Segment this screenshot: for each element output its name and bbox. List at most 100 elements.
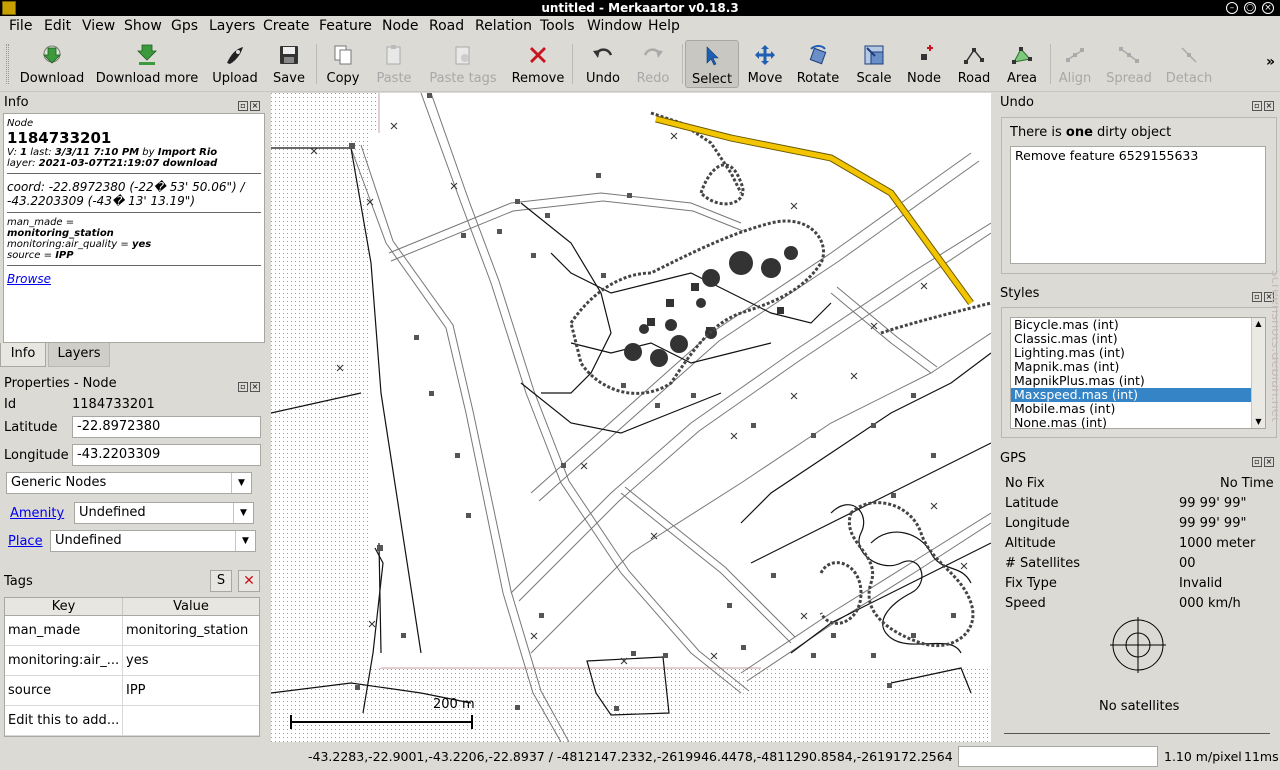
detach-icon: [1181, 47, 1197, 63]
menu-layers[interactable]: Layers: [209, 17, 255, 35]
download-button[interactable]: Download: [14, 40, 90, 88]
align-button[interactable]: Align: [1054, 40, 1096, 88]
menu-view[interactable]: View: [82, 17, 115, 35]
menu-node[interactable]: Node: [382, 17, 419, 35]
style-item[interactable]: Classic.mas (int): [1011, 332, 1265, 346]
save-button[interactable]: Save: [268, 40, 310, 88]
style-item[interactable]: Mobile.mas (int): [1011, 402, 1265, 416]
style-item[interactable]: Bicycle.mas (int): [1011, 318, 1265, 332]
node-button[interactable]: Node: [902, 40, 946, 88]
style-item[interactable]: MapnikPlus.mas (int): [1011, 374, 1265, 388]
menu-create[interactable]: Create: [263, 17, 310, 35]
rotate-button[interactable]: Rotate: [792, 40, 844, 88]
tab-layers[interactable]: Layers: [48, 343, 110, 367]
tag-value-cell[interactable]: [123, 706, 259, 736]
column-key[interactable]: Key: [5, 598, 123, 616]
style-item[interactable]: None.mas (int): [1011, 416, 1265, 430]
tab-info[interactable]: Info: [0, 343, 46, 367]
menu-road[interactable]: Road: [429, 17, 464, 35]
scale-bar-label: 200 m: [433, 697, 475, 712]
select-button[interactable]: Select: [685, 40, 739, 88]
area-button[interactable]: Area: [1000, 40, 1044, 88]
amenity-select[interactable]: Undefined ▼: [74, 502, 254, 524]
menu-help[interactable]: Help: [648, 17, 680, 35]
toolbar-grip[interactable]: [6, 44, 9, 84]
close-icon[interactable]: ×: [1264, 101, 1274, 111]
scale-icon: [864, 45, 884, 65]
spread-button[interactable]: Spread: [1102, 40, 1156, 88]
gps-speed-value: 000 km/h: [1179, 596, 1241, 611]
undo-icon: [593, 48, 613, 58]
paste-button[interactable]: Paste: [370, 40, 418, 88]
float-icon[interactable]: ▫: [1252, 101, 1262, 111]
title-bar: untitled - Merkaartor v0.18.3 – ○ ×: [0, 0, 1280, 16]
column-value[interactable]: Value: [123, 598, 259, 616]
menu-show[interactable]: Show: [124, 17, 162, 35]
paste-icon: [386, 45, 401, 65]
menu-window[interactable]: Window: [587, 17, 642, 35]
add-road-icon: [964, 48, 984, 64]
gps-dock-title: GPS: [1000, 451, 1027, 466]
feature-version-line: V: 1 last: 3/3/11 7:10 PM by Import Rio: [7, 147, 218, 158]
undo-button[interactable]: Undo: [580, 40, 626, 88]
float-icon[interactable]: ▫: [238, 382, 248, 392]
minimize-icon[interactable]: –: [1226, 2, 1238, 14]
upload-button[interactable]: Upload: [206, 40, 264, 88]
style-item[interactable]: Mapnik.mas (int): [1011, 360, 1265, 374]
road-button[interactable]: Road: [952, 40, 996, 88]
tag-key-cell[interactable]: man_made: [5, 616, 123, 646]
preset-select[interactable]: Generic Nodes ▼: [6, 472, 252, 494]
maximize-icon[interactable]: ○: [1244, 2, 1256, 14]
tags-title: Tags: [4, 574, 33, 589]
copy-button[interactable]: Copy: [322, 40, 364, 88]
close-icon[interactable]: ×: [1262, 2, 1274, 14]
tag-key-cell[interactable]: Edit this to add...: [5, 706, 123, 736]
download-more-button[interactable]: Download more: [94, 40, 200, 88]
place-link[interactable]: Place: [8, 534, 43, 549]
scale-button[interactable]: Scale: [852, 40, 896, 88]
float-icon[interactable]: ▫: [238, 101, 248, 111]
tag-key-cell[interactable]: source: [5, 676, 123, 706]
tag-value-cell[interactable]: IPP: [123, 676, 259, 706]
tag-value-cell[interactable]: yes: [123, 646, 259, 676]
map-canvas[interactable]: 200 m: [271, 93, 991, 742]
move-button[interactable]: Move: [742, 40, 788, 88]
detach-button[interactable]: Detach: [1162, 40, 1216, 88]
add-node-icon: [921, 45, 933, 60]
menu-gps[interactable]: Gps: [171, 17, 198, 35]
undo-item[interactable]: Remove feature 6529155633: [1015, 148, 1261, 163]
gps-fix-status: No Fix: [1005, 476, 1045, 491]
menu-tools[interactable]: Tools: [540, 17, 575, 35]
feature-layer-line: layer: 2021-03-07T21:19:07 download: [7, 158, 218, 169]
tag-value-cell[interactable]: monitoring_station: [123, 616, 259, 646]
delete-tag-button[interactable]: ✕: [238, 570, 260, 592]
gps-satellites-label: # Satellites: [1005, 556, 1081, 571]
paste-tags-button[interactable]: Paste tags: [424, 40, 502, 88]
longitude-field[interactable]: -43.2203309: [72, 444, 261, 466]
browse-link[interactable]: Browse: [7, 272, 51, 286]
coord-line-1: coord: -22.8972380 (-22� 53' 50.06") /: [7, 180, 245, 194]
watermark: screenshots.debian.net: [1268, 270, 1278, 422]
toolbar-overflow-button[interactable]: »: [1266, 54, 1275, 70]
redo-button[interactable]: Redo: [630, 40, 676, 88]
close-icon[interactable]: ×: [250, 101, 260, 111]
gps-longitude-value: 99 99' 99": [1179, 516, 1247, 531]
style-item[interactable]: Lighting.mas (int): [1011, 346, 1265, 360]
menu-relation[interactable]: Relation: [475, 17, 532, 35]
amenity-link[interactable]: Amenity: [10, 506, 64, 521]
tag-key-cell[interactable]: monitoring:air_...: [5, 646, 123, 676]
id-label: Id: [4, 397, 17, 412]
style-item-selected[interactable]: Maxspeed.mas (int): [1011, 388, 1265, 402]
latitude-field[interactable]: -22.8972380: [72, 416, 261, 438]
menu-file[interactable]: File: [9, 17, 32, 35]
outside-download-area: [271, 93, 379, 742]
tags-s-button[interactable]: S: [210, 570, 232, 592]
gps-latitude-label: Latitude: [1005, 496, 1059, 511]
menu-bar: File Edit View Show Gps Layers Create Fe…: [0, 16, 1280, 36]
menu-feature[interactable]: Feature: [319, 17, 372, 35]
place-select[interactable]: Undefined ▼: [50, 530, 256, 552]
menu-edit[interactable]: Edit: [44, 17, 71, 35]
close-icon[interactable]: ×: [250, 382, 260, 392]
remove-button[interactable]: Remove: [510, 40, 566, 88]
toolbar-separator: [1050, 44, 1051, 84]
